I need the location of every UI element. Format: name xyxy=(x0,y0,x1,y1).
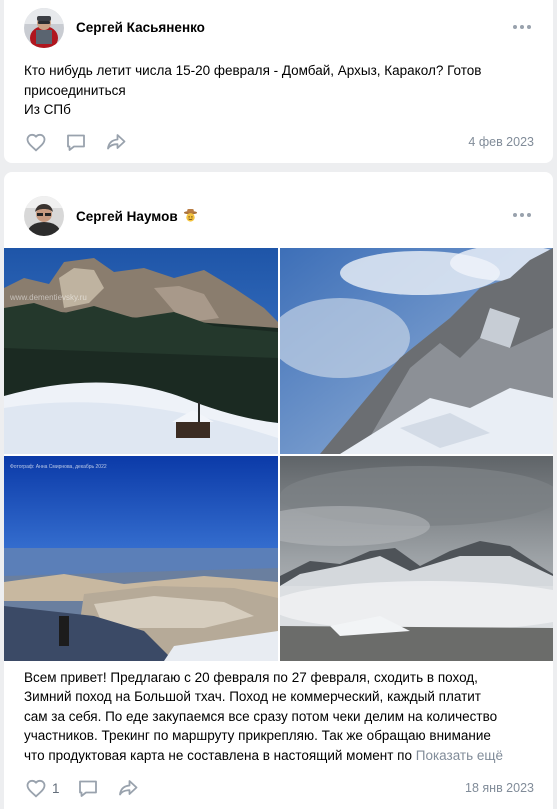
share-icon xyxy=(119,780,138,796)
photo-watermark: Фотограф: Анна Смирнова, декабрь 2022 xyxy=(10,464,107,470)
like-button[interactable]: 1 xyxy=(24,776,60,800)
author-name-text: Сергей Наумов xyxy=(76,209,178,224)
post-text-line: Кто нибудь летит числа 15-20 февраля - Д… xyxy=(24,63,482,78)
share-button[interactable] xyxy=(116,776,140,800)
comment-button[interactable] xyxy=(64,130,88,154)
post-text-last-line: что продуктовая карта не составлена в на… xyxy=(24,746,537,765)
post-text-line: Зимний поход на Большой тхач. Поход не к… xyxy=(24,689,481,705)
author-name[interactable]: Сергей Касьяненко xyxy=(76,20,205,35)
cowboy-emoji-icon xyxy=(184,208,198,222)
comment-icon xyxy=(67,134,85,151)
more-dots-icon[interactable] xyxy=(513,24,531,30)
post-date[interactable]: 4 фев 2023 xyxy=(468,135,534,149)
heart-icon xyxy=(26,779,46,798)
show-more-link[interactable]: Показать ещё xyxy=(416,748,503,763)
post-card: Сергей Касьяненко Кто нибудь летит числа… xyxy=(4,0,553,163)
winter-forest-cliffs-photo[interactable]: www.dementievsky.ru xyxy=(4,248,278,454)
post-text-line: Из СПб xyxy=(24,102,71,117)
like-count: 1 xyxy=(52,780,60,796)
heart-icon xyxy=(26,133,46,152)
author-avatar[interactable] xyxy=(24,8,64,48)
mountain-plateau-blue-sky-photo[interactable]: Фотограф: Анна Смирнова, декабрь 2022 xyxy=(4,456,278,661)
post-text: Всем привет! Предлагаю с 20 февраля по 2… xyxy=(24,668,537,765)
post-date[interactable]: 18 янв 2023 xyxy=(465,781,534,795)
comment-icon xyxy=(79,780,97,797)
share-button[interactable] xyxy=(104,130,128,154)
like-button[interactable] xyxy=(24,130,48,154)
post-text-line: присоединиться xyxy=(24,82,126,98)
snowy-cliff-clouds-photo[interactable] xyxy=(280,248,553,454)
author-name[interactable]: Сергей Наумов xyxy=(76,208,198,224)
post-text-line: сам за себя. По еде закупаемся все сразу… xyxy=(24,708,498,724)
post-text-line: участников. Трекинг по маршруту прикрепл… xyxy=(24,728,491,744)
share-icon xyxy=(107,134,126,150)
comment-button[interactable] xyxy=(76,776,100,800)
author-avatar[interactable] xyxy=(24,196,64,236)
post-card: Сергей Наумов www.dementievsky.ru Фотогр… xyxy=(4,172,553,809)
more-dots-icon[interactable] xyxy=(513,212,531,218)
post-text: Кто нибудь летит числа 15-20 февраля - Д… xyxy=(24,61,537,120)
post-text-line: что продуктовая карта не составлена в на… xyxy=(24,747,412,763)
photo-watermark: www.dementievsky.ru xyxy=(9,293,87,302)
post-text-line: Всем привет! Предлагаю с 20 февраля по 2… xyxy=(24,670,478,685)
misty-mountains-photo[interactable] xyxy=(280,456,553,661)
